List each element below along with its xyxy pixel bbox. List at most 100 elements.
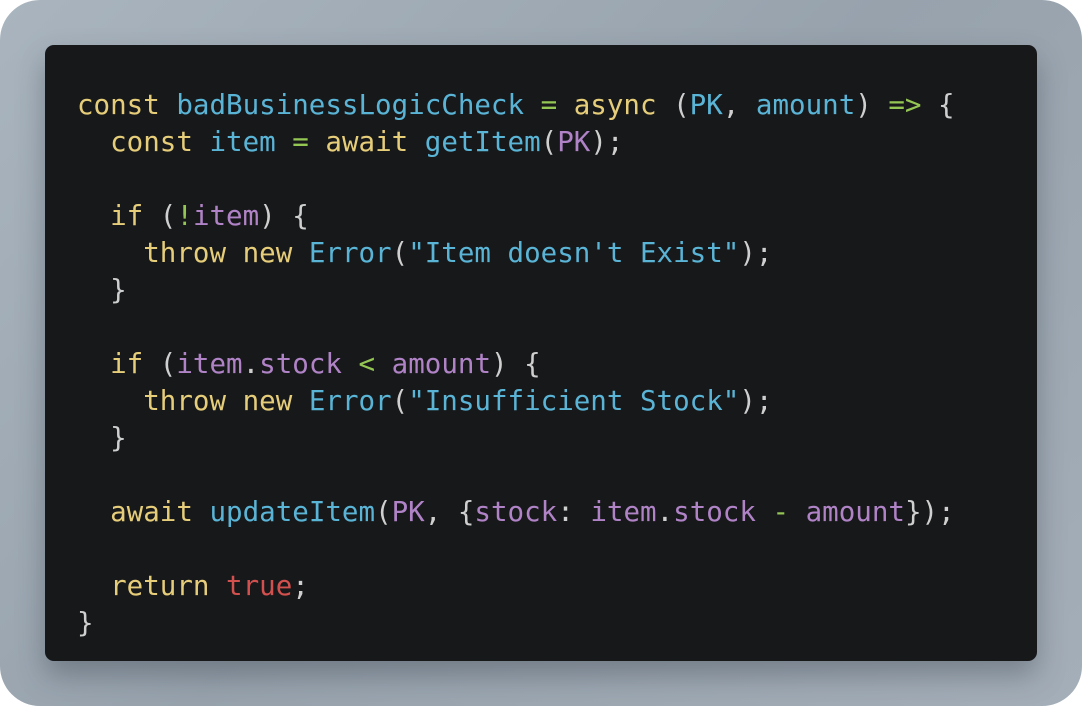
punctuation-token: : bbox=[557, 496, 591, 528]
punctuation-token: } bbox=[77, 607, 94, 639]
variable-token: amount bbox=[805, 496, 905, 528]
code-line: throw new Error("Insufficient Stock"); bbox=[77, 383, 955, 420]
keyword-token: return bbox=[110, 570, 210, 602]
punctuation-token: ); bbox=[590, 126, 624, 158]
punctuation-token: , bbox=[722, 89, 756, 121]
punctuation-token: ( bbox=[391, 385, 409, 417]
operator-token: ! bbox=[176, 200, 193, 232]
punctuation-token bbox=[292, 385, 309, 417]
code-line: if (!item) { bbox=[77, 198, 955, 235]
punctuation-token bbox=[160, 89, 177, 121]
identifier-token: getItem bbox=[424, 126, 541, 158]
punctuation-token bbox=[226, 385, 243, 417]
punctuation-token bbox=[193, 496, 210, 528]
punctuation-token bbox=[524, 89, 541, 121]
code-line: } bbox=[77, 420, 955, 457]
operator-token: < bbox=[358, 348, 376, 380]
punctuation-token bbox=[77, 496, 110, 528]
punctuation-token: ( bbox=[375, 496, 392, 528]
punctuation-token: ( bbox=[540, 126, 558, 158]
code-line: await updateItem(PK, {stock: item.stock … bbox=[77, 494, 955, 531]
identifier-token: amount bbox=[755, 89, 856, 121]
punctuation-token: . bbox=[656, 496, 674, 528]
punctuation-token bbox=[77, 200, 110, 232]
keyword-token: if bbox=[110, 348, 144, 380]
punctuation-token: ( bbox=[656, 89, 690, 121]
punctuation-token: ( bbox=[143, 200, 177, 232]
code-line: return true; bbox=[77, 568, 955, 605]
punctuation-token: . bbox=[242, 348, 260, 380]
punctuation-token bbox=[292, 237, 309, 269]
keyword-token: throw bbox=[143, 385, 227, 417]
punctuation-token bbox=[276, 126, 293, 158]
keyword-token: await bbox=[110, 496, 193, 528]
punctuation-token bbox=[209, 570, 226, 602]
variable-token: stock bbox=[673, 496, 756, 528]
punctuation-token bbox=[375, 348, 392, 380]
variable-token: item bbox=[192, 200, 260, 232]
punctuation-token: ) bbox=[855, 89, 889, 121]
keyword-token: if bbox=[110, 200, 144, 232]
punctuation-token bbox=[226, 237, 243, 269]
keyword-token: new bbox=[242, 385, 293, 417]
punctuation-token bbox=[193, 126, 210, 158]
variable-token: PK bbox=[391, 496, 425, 528]
punctuation-token bbox=[408, 126, 425, 158]
variable-token: stock bbox=[474, 496, 558, 528]
code-line: if (item.stock < amount) { bbox=[77, 346, 955, 383]
punctuation-token: ; bbox=[292, 570, 309, 602]
keyword-token: async bbox=[573, 89, 657, 121]
identifier-token: updateItem bbox=[209, 496, 376, 528]
identifier-token: Error bbox=[308, 237, 392, 269]
identifier-token: item bbox=[209, 126, 276, 158]
punctuation-token: ); bbox=[739, 237, 773, 269]
punctuation-token: { bbox=[921, 89, 955, 121]
punctuation-token bbox=[756, 496, 773, 528]
punctuation-token: } bbox=[77, 274, 127, 306]
punctuation-token: }); bbox=[904, 496, 955, 528]
punctuation-token: ) { bbox=[491, 348, 541, 380]
code-line: } bbox=[77, 605, 955, 642]
operator-token: => bbox=[888, 89, 922, 121]
variable-token: PK bbox=[557, 126, 591, 158]
code-block: const badBusinessLogicCheck = async (PK,… bbox=[77, 87, 955, 642]
boolean-token: true bbox=[226, 570, 293, 602]
variable-token: item bbox=[176, 348, 243, 380]
punctuation-token: ( bbox=[143, 348, 177, 380]
punctuation-token: , { bbox=[424, 496, 475, 528]
keyword-token: new bbox=[242, 237, 293, 269]
variable-token: item bbox=[590, 496, 657, 528]
identifier-token: badBusinessLogicCheck bbox=[176, 89, 525, 121]
punctuation-token: } bbox=[77, 422, 127, 454]
operator-token: - bbox=[772, 496, 790, 528]
code-line: const item = await getItem(PK); bbox=[77, 124, 955, 161]
keyword-token: const bbox=[77, 89, 160, 121]
code-line: } bbox=[77, 272, 955, 309]
code-window: const badBusinessLogicCheck = async (PK,… bbox=[45, 45, 1037, 661]
identifier-token: PK bbox=[689, 89, 723, 121]
punctuation-token bbox=[789, 496, 806, 528]
punctuation-token bbox=[77, 385, 143, 417]
keyword-token: throw bbox=[143, 237, 227, 269]
code-line: const badBusinessLogicCheck = async (PK,… bbox=[77, 87, 955, 124]
punctuation-token bbox=[77, 348, 110, 380]
punctuation-token bbox=[309, 126, 326, 158]
operator-token: = bbox=[292, 126, 309, 158]
operator-token: = bbox=[540, 89, 558, 121]
punctuation-token: ); bbox=[739, 385, 773, 417]
punctuation-token: ( bbox=[391, 237, 409, 269]
punctuation-token bbox=[557, 89, 574, 121]
variable-token: amount bbox=[391, 348, 491, 380]
identifier-token: Error bbox=[308, 385, 392, 417]
string-token: "Item doesn't Exist" bbox=[408, 237, 740, 269]
code-line: throw new Error("Item doesn't Exist"); bbox=[77, 235, 955, 272]
keyword-token: await bbox=[325, 126, 409, 158]
punctuation-token bbox=[77, 126, 110, 158]
punctuation-token bbox=[342, 348, 359, 380]
keyword-token: const bbox=[110, 126, 193, 158]
string-token: "Insufficient Stock" bbox=[408, 385, 740, 417]
